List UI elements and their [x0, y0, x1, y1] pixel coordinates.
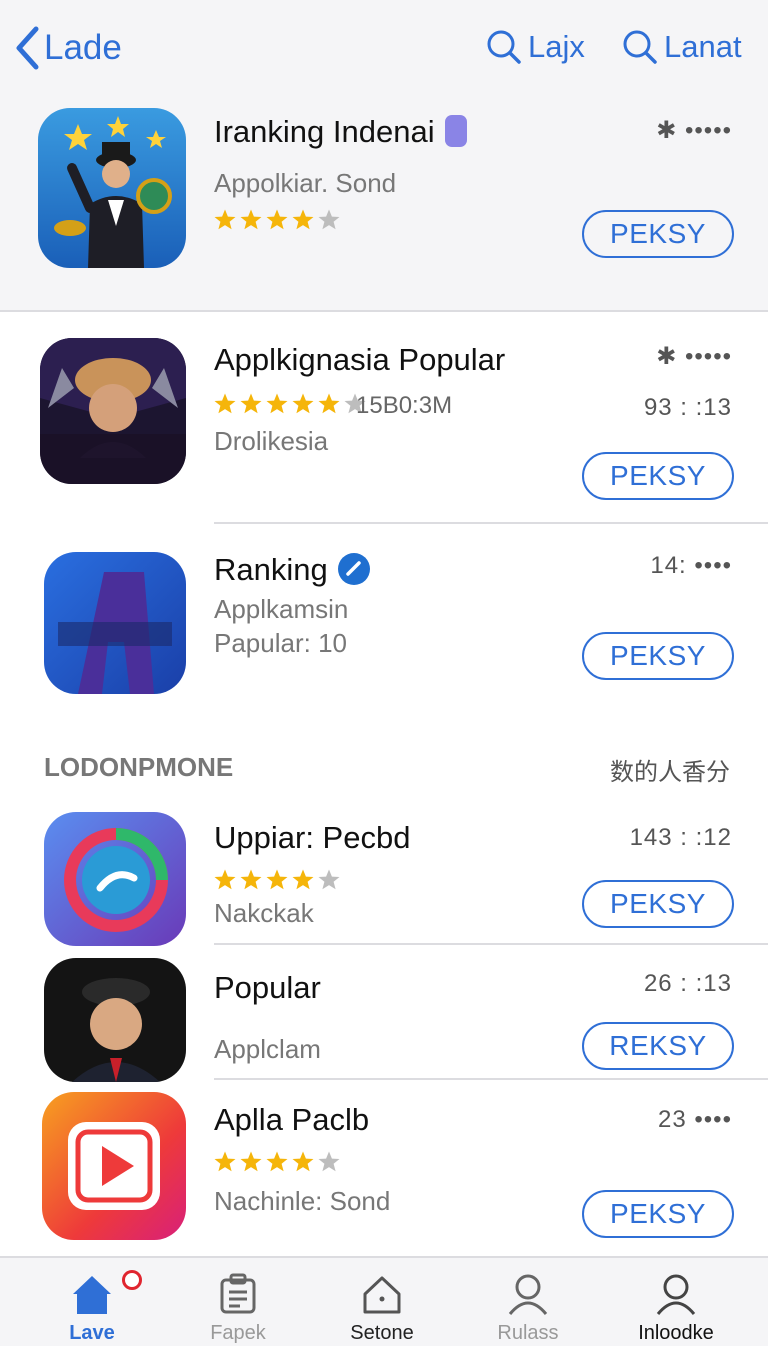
chevron-left-icon: [16, 26, 39, 70]
search-button-label: Lajx: [528, 29, 585, 64]
star-filled-icon: [266, 393, 288, 414]
app-time: 143 : :12: [629, 824, 732, 851]
star-rating: [213, 868, 343, 892]
divider: [214, 943, 768, 945]
app-subtitle: Nachinle: Sond: [214, 1186, 391, 1216]
app-title-text: Ranking: [214, 552, 328, 587]
tab-label: Lave: [69, 1322, 115, 1344]
app-icon-video-player[interactable]: [42, 1092, 186, 1240]
star-filled-icon: [240, 869, 262, 890]
app-title: Aplla Paclb: [214, 1102, 370, 1137]
star-filled-icon: [240, 1151, 262, 1172]
star-empty-icon: [318, 1151, 340, 1172]
search-icon: [487, 30, 521, 64]
star-filled-icon: [240, 393, 262, 414]
star-rating: [213, 392, 369, 416]
star-filled-icon: [292, 1151, 314, 1172]
star-filled-icon: [214, 393, 236, 414]
tab-inloodke[interactable]: Inloodke: [606, 1258, 746, 1346]
featured-app-card[interactable]: Iranking Indenai Appolkiar. Sond ✱ •••••…: [0, 98, 768, 312]
star-filled-icon: [318, 393, 340, 414]
divider: [214, 522, 768, 524]
app-subtitle: Nakckak: [214, 898, 314, 928]
home-icon: [73, 1276, 111, 1314]
profile-icon: [656, 1274, 696, 1315]
app-row[interactable]: Aplla Paclb Nachinle: Sond 23 •••• PEKSY: [0, 1090, 768, 1256]
app-title: Ranking: [214, 552, 370, 588]
app-subtitle: Drolikesia: [214, 426, 329, 456]
notification-dot: [122, 1270, 142, 1290]
tab-bar: Lave Fapek Setone Rulass Inloodke: [0, 1256, 768, 1346]
app-title: Applkignasia Popular: [214, 342, 506, 377]
tab-label: Setone: [350, 1322, 414, 1344]
star-empty-icon: [318, 869, 340, 890]
featured-app-subtitle: Appolkiar. Sond: [214, 168, 397, 198]
app-subtitle: Applkamsin: [214, 594, 349, 624]
rating-count: 15B0:3M: [356, 392, 453, 419]
featured-app-title: Iranking Indenai: [214, 114, 467, 150]
star-filled-icon: [292, 393, 314, 414]
star-rating: [213, 1150, 343, 1174]
calendar-icon: [220, 1273, 256, 1314]
section-see-all[interactable]: 数的人香分: [610, 752, 730, 787]
app-time: 26 : :13: [643, 970, 732, 997]
star-rating: [213, 208, 343, 232]
app-icon-biackiais[interactable]: [44, 552, 186, 694]
get-button[interactable]: PEKSY: [582, 452, 734, 500]
tab-setone[interactable]: Setone: [312, 1258, 452, 1346]
star-empty-icon: [318, 209, 340, 230]
app-subtitle-secondary: Papular: 10: [214, 628, 347, 658]
app-icon-indonesia[interactable]: [40, 338, 186, 484]
app-icon-circle-logo[interactable]: [44, 812, 186, 946]
get-button[interactable]: PEKSY: [582, 880, 734, 928]
search-button-label: Lanat: [664, 29, 742, 64]
section-title: LODONPMONE: [44, 752, 234, 782]
verified-badge-icon: [444, 114, 467, 147]
featured-app-title-text: Iranking Indenai: [214, 114, 435, 149]
get-button[interactable]: PEKSY: [582, 1190, 734, 1238]
app-title: Popular: [214, 970, 321, 1005]
star-filled-icon: [292, 869, 314, 890]
featured-app-meta: ✱ •••••: [656, 117, 732, 144]
get-button[interactable]: REKSY: [582, 1022, 734, 1070]
app-meta: ✱ •••••: [656, 343, 732, 370]
app-icon-businessman[interactable]: [38, 108, 186, 268]
app-row[interactable]: Applkignasia Popular 15B0:3M Drolikesia …: [0, 320, 768, 524]
app-icon-daslore[interactable]: [44, 958, 186, 1082]
get-button[interactable]: PEKSY: [582, 210, 734, 258]
app-meta: 14: ••••: [650, 552, 732, 579]
app-row[interactable]: Ranking Applkamsin Papular: 10 14: •••• …: [0, 530, 768, 720]
tab-label: Fapek: [210, 1322, 266, 1344]
tab-lave[interactable]: Lave: [22, 1258, 162, 1346]
get-button[interactable]: PEKSY: [582, 632, 734, 680]
star-filled-icon: [214, 869, 236, 890]
star-filled-icon: [240, 209, 262, 230]
app-row[interactable]: Popular Applclam 26 : :13 REKSY: [0, 950, 768, 1082]
navigation-bar: Lade Lajx Lanat: [0, 0, 768, 98]
search-icon: [623, 30, 657, 64]
divider: [214, 1078, 768, 1080]
person-icon: [508, 1274, 548, 1315]
search-button-lanat[interactable]: Lanat: [622, 24, 742, 70]
star-filled-icon: [266, 209, 288, 230]
tab-fapek[interactable]: Fapek: [168, 1258, 308, 1346]
verified-check-icon: [337, 552, 370, 585]
tab-label: Inloodke: [638, 1322, 714, 1344]
star-filled-icon: [266, 1151, 288, 1172]
search-button-lajx[interactable]: Lajx: [486, 24, 585, 70]
star-filled-icon: [266, 869, 288, 890]
back-label: Lade: [44, 28, 122, 67]
app-subtitle: Applclam: [214, 1034, 321, 1064]
house-outline-icon: [363, 1276, 401, 1314]
tab-label: Rulass: [497, 1322, 559, 1344]
star-filled-icon: [214, 1151, 236, 1172]
app-row[interactable]: Uppiar: Pecbd Nakckak 143 : :12 PEKSY: [0, 800, 768, 946]
app-title: Uppiar: Pecbd: [214, 820, 411, 855]
back-button[interactable]: Lade: [14, 22, 122, 74]
tab-rulass[interactable]: Rulass: [458, 1258, 598, 1346]
star-filled-icon: [214, 209, 236, 230]
app-time: 93 : :13: [643, 394, 732, 421]
star-filled-icon: [292, 209, 314, 230]
app-time: 23 ••••: [658, 1106, 732, 1133]
